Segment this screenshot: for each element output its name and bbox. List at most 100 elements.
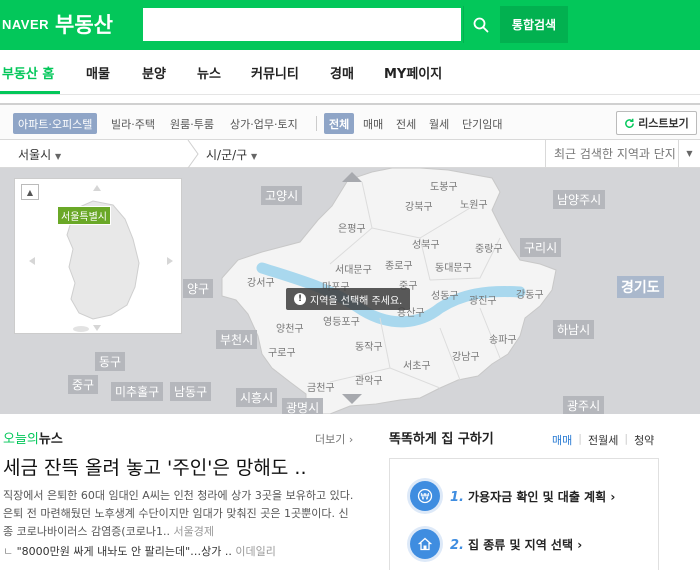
filter-bar: 아파트·오피스텔 빌라·주택 원룸·투룸 상가·업무·토지 전체 매매 전세 월…	[0, 103, 700, 140]
news-summary-source: 서울경제	[173, 525, 214, 538]
chevron-down-icon: ▼	[251, 152, 258, 161]
guide-step-2[interactable]: 2. 집 종류 및 지역 선택 ›	[410, 529, 582, 559]
nav-item-listings[interactable]: 매물	[86, 63, 110, 82]
map-notice-text: 지역을 선택해 주세요.	[310, 295, 403, 307]
naver-logo[interactable]: NAVER 부동산	[2, 9, 113, 39]
chevron-right-icon: ›	[348, 433, 354, 446]
chevron-right-icon: ›	[577, 537, 583, 552]
news-heading-highlight: 오늘의	[3, 432, 39, 447]
total-search-button[interactable]: 통합검색	[500, 6, 568, 43]
news-heading-text: 뉴스	[38, 432, 63, 447]
filter-divider	[316, 116, 317, 131]
district-yangcheon[interactable]: 양천구	[276, 320, 304, 335]
map-label-namdong[interactable]: 남동구	[170, 382, 212, 401]
district-gangseo[interactable]: 강서구	[247, 274, 275, 289]
news-summary[interactable]: 직장에서 은퇴한 60대 임대인 A씨는 인천 청라에 상가 3곳을 보유하고 …	[3, 487, 358, 541]
guide-step-1[interactable]: ₩ 1. 가용자금 확인 및 대출 계획 ›	[410, 481, 615, 511]
filter-type-villa[interactable]: 빌라·주택	[111, 116, 155, 132]
nav-item-auction[interactable]: 경매	[330, 63, 354, 82]
bullet-icon: ㄴ	[3, 545, 17, 558]
search-box	[141, 6, 463, 43]
recent-dropdown-button[interactable]: ▼	[678, 140, 700, 167]
district-nowon[interactable]: 노원구	[460, 196, 488, 211]
map-label-gwangju[interactable]: 광주시	[563, 396, 605, 414]
refresh-icon	[625, 118, 635, 128]
news-more-link[interactable]: 더보기 ›	[315, 431, 353, 447]
map-label-junggu-incheon[interactable]: 중구	[68, 375, 99, 394]
guide-step-1-num: 1.	[450, 489, 464, 505]
map-label-donggu[interactable]: 동구	[95, 352, 126, 371]
guide-step-2-text: 2. 집 종류 및 지역 선택 ›	[450, 536, 582, 553]
minimap-seoul-tag[interactable]: 서울특별시	[57, 206, 111, 225]
district-seodaemun[interactable]: 서대문구	[335, 261, 372, 276]
district-gwanak[interactable]: 관악구	[355, 372, 383, 387]
chevron-down-icon: ▼	[686, 149, 693, 158]
district-gwangjin[interactable]: 광진구	[469, 292, 497, 307]
tab-subscription[interactable]: 청약	[634, 432, 654, 448]
chevron-right-icon: ›	[610, 489, 616, 504]
naver-brand[interactable]: NAVER	[2, 17, 49, 32]
map-label-gyeonggi[interactable]: 경기도	[617, 276, 664, 298]
filter-type-commercial[interactable]: 상가·업무·토지	[230, 116, 298, 132]
nav-active-underline	[0, 91, 60, 94]
nav-item-presale[interactable]: 분양	[142, 63, 166, 82]
district-geumcheon[interactable]: 금천구	[307, 379, 335, 394]
nav-item-community[interactable]: 커뮤니티	[251, 63, 299, 82]
exclamation-icon: !	[294, 293, 306, 305]
filter-deal-short[interactable]: 단기임대	[462, 116, 502, 132]
district-yeongdeungpo[interactable]: 영등포구	[323, 313, 360, 328]
tab-sale[interactable]: 매매	[552, 432, 572, 448]
map-label-siheung[interactable]: 시흥시	[236, 388, 278, 407]
tab-rent[interactable]: 전월세	[588, 432, 618, 448]
district-gangdong[interactable]: 강동구	[516, 286, 544, 301]
district-dongjak[interactable]: 동작구	[355, 338, 383, 353]
district-gangnam[interactable]: 강남구	[452, 348, 480, 363]
list-view-button[interactable]: 리스트보기	[616, 111, 697, 135]
map-area[interactable]: 고양시 남양주시 구리시 경기도 하남시 광주시 부천시 시흥시 광명시 양구 …	[0, 168, 700, 414]
nav-item-home[interactable]: 부동산 홈	[2, 63, 54, 82]
district-select[interactable]: 시/군/구 ▼	[206, 146, 257, 163]
search-input[interactable]	[143, 8, 461, 41]
guide-step-2-num: 2.	[450, 537, 464, 553]
city-select[interactable]: 서울시 ▼	[18, 146, 61, 163]
news-sub-item[interactable]: ㄴ "8000만원 싸게 내놔도 안 팔리는데"…상가 .. 이데일리	[3, 543, 358, 559]
map-label-bucheon[interactable]: 부천시	[216, 330, 258, 349]
map-label-goyang[interactable]: 고양시	[261, 186, 303, 205]
district-seocho[interactable]: 서초구	[403, 357, 431, 372]
filter-type-apartment[interactable]: 아파트·오피스텔	[13, 113, 98, 134]
filter-deal-all[interactable]: 전체	[324, 113, 355, 134]
district-seongbuk[interactable]: 성북구	[412, 236, 440, 251]
map-label-hanam[interactable]: 하남시	[553, 320, 595, 339]
search-icon	[473, 17, 489, 32]
map-notice: ! 지역을 선택해 주세요.	[286, 288, 411, 310]
map-label-michuhol[interactable]: 미추홀구	[111, 382, 164, 401]
nav-item-news[interactable]: 뉴스	[197, 63, 221, 82]
filter-deal-jeonse[interactable]: 전세	[396, 116, 416, 132]
filter-deal-monthly[interactable]: 월세	[429, 116, 449, 132]
recent-search-select[interactable]: 최근 검색한 지역과 단지	[545, 140, 678, 167]
nav-item-mypage[interactable]: MY페이지	[384, 63, 442, 82]
district-seongdong[interactable]: 성동구	[431, 287, 459, 302]
tab-separator: |	[624, 432, 629, 445]
district-dobong[interactable]: 도봉구	[430, 178, 458, 193]
filter-deal-sale[interactable]: 매매	[363, 116, 383, 132]
district-guro[interactable]: 구로구	[268, 344, 296, 359]
district-jongno[interactable]: 종로구	[385, 257, 413, 272]
filter-type-oneroom[interactable]: 원룸·투룸	[170, 116, 214, 132]
map-label-yanggu[interactable]: 양구	[183, 279, 214, 298]
district-songpa[interactable]: 송파구	[489, 331, 517, 346]
district-jungnang[interactable]: 중랑구	[475, 240, 503, 255]
news-headline[interactable]: 세금 잔뜩 올려 놓고 '주인'은 망해도 ..	[3, 453, 353, 480]
map-label-guri[interactable]: 구리시	[520, 238, 562, 257]
service-title[interactable]: 부동산	[55, 9, 113, 39]
korea-peninsula-shape	[29, 185, 173, 332]
guide-step-1-text: 1. 가용자금 확인 및 대출 계획 ›	[450, 488, 615, 505]
korea-minimap[interactable]: ▲ 서울특별시	[14, 178, 182, 334]
district-dongdaemun[interactable]: 동대문구	[435, 259, 472, 274]
guide-step-2-label: 집 종류 및 지역 선택	[467, 537, 574, 552]
district-gangbuk[interactable]: 강북구	[405, 198, 433, 213]
district-eunpyeong[interactable]: 은평구	[338, 220, 366, 235]
search-button[interactable]	[463, 6, 498, 43]
map-label-gwangmyeong[interactable]: 광명시	[282, 398, 324, 414]
map-label-namyangju[interactable]: 남양주시	[553, 190, 606, 209]
